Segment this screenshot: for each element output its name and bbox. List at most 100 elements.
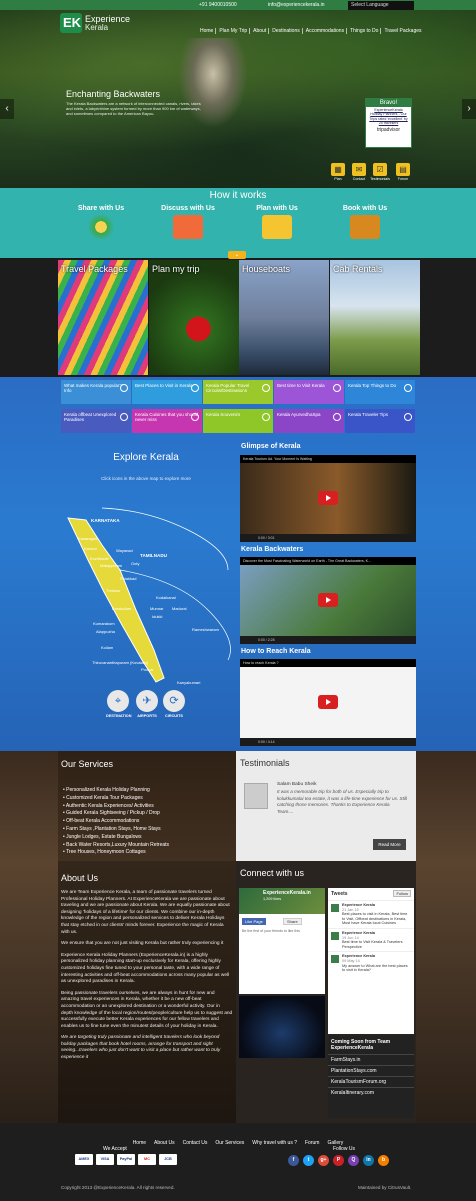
nav-about[interactable]: About: [251, 28, 270, 34]
tweet-text: Best places to visit in Kerala, Best tim…: [342, 912, 408, 926]
map-label[interactable]: Palakkad: [120, 576, 136, 581]
coming-soon-link[interactable]: KeralaItinerary.com: [328, 1087, 414, 1098]
step-discuss[interactable]: Discuss with Us: [148, 205, 228, 239]
map-label[interactable]: Kodaikanal: [156, 595, 176, 600]
twitter-follow-button[interactable]: Follow: [393, 890, 411, 897]
email-link[interactable]: info@experiencekerala.in: [268, 2, 325, 8]
footer-link-services[interactable]: Our Services: [215, 1140, 244, 1146]
tile-houseboats[interactable]: Houseboats: [239, 260, 329, 375]
share-button[interactable]: Share: [283, 918, 302, 925]
map-label[interactable]: Madurai: [172, 606, 186, 611]
map-label[interactable]: Thiruvananthapuram (Kovalam): [92, 660, 148, 665]
map-label[interactable]: Ernakulam: [112, 606, 131, 611]
tile-cab-rentals[interactable]: Cab Rentals: [330, 260, 420, 375]
tweet-item[interactable]: Experience Kerala 09 May 14 My answer to W…: [328, 951, 414, 974]
play-icon[interactable]: [318, 593, 338, 607]
destination-map-button[interactable]: ⌖ DESTINATION: [106, 690, 131, 718]
play-icon[interactable]: [318, 695, 338, 709]
info-menu-item[interactable]: What makes Kerala popular?Info: [61, 380, 131, 404]
google-plus-icon[interactable]: g+: [318, 1155, 329, 1166]
video-player-glimpse[interactable]: Kerala Tourism Ad. Your Moment Is Waitin…: [240, 455, 416, 542]
airports-map-button[interactable]: ✈ AIRPORTS: [135, 690, 159, 718]
info-menu-item[interactable]: Kerala Cuisines that you should never mi…: [132, 409, 202, 433]
language-select[interactable]: Select Language: [348, 1, 414, 10]
quick-testimonials[interactable]: ☑ Testimonials: [370, 163, 390, 187]
read-more-button[interactable]: Read More: [373, 839, 406, 850]
map-label[interactable]: Kumarakom: [93, 621, 115, 626]
map-label[interactable]: Alappuzha: [96, 629, 115, 634]
info-menu-item[interactable]: Best Places to Visit in Kerala: [132, 380, 202, 404]
coming-soon-link[interactable]: PlantationStays.com: [328, 1065, 414, 1076]
nav-plan-my-trip[interactable]: Plan My Trip: [217, 28, 251, 34]
nav-things-to-do[interactable]: Things to Do: [348, 28, 382, 34]
map-label[interactable]: Thrissur: [106, 588, 120, 593]
blogger-icon[interactable]: b: [378, 1155, 389, 1166]
info-menu-item[interactable]: Kerala Souvenirs: [203, 409, 273, 433]
map-label[interactable]: Wayanad: [116, 548, 133, 553]
video-player-backwaters[interactable]: Discover the Most Fascinating Waterworld…: [240, 557, 416, 644]
facebook-icon[interactable]: f: [288, 1155, 299, 1166]
bravo-text[interactable]: ExperienceKerala Holiday Planners - Our …: [366, 107, 411, 126]
step-book[interactable]: Book with Us: [325, 205, 405, 239]
footer-link-forum[interactable]: Forum: [305, 1140, 319, 1146]
facebook-page-name[interactable]: ExperienceKerala.in: [263, 890, 311, 896]
map-label[interactable]: Poovar: [141, 667, 154, 672]
footer-link-home[interactable]: Home: [133, 1140, 146, 1146]
footer-link-about[interactable]: About Us: [154, 1140, 175, 1146]
twitter-icon[interactable]: t: [303, 1155, 314, 1166]
footer-link-contact[interactable]: Contact Us: [183, 1140, 208, 1146]
step-share[interactable]: Share with Us: [61, 205, 141, 239]
map-label[interactable]: Rameshwaram: [192, 627, 219, 632]
map-label[interactable]: Kanyakumari: [177, 680, 200, 685]
map-label[interactable]: Kasaragod: [78, 536, 97, 541]
coming-soon-link[interactable]: KeralaTourismForum.org: [328, 1076, 414, 1087]
coming-soon-link[interactable]: FarmStays.in: [328, 1054, 414, 1065]
quora-icon[interactable]: Q: [348, 1155, 359, 1166]
map-label[interactable]: Kollam: [101, 645, 113, 650]
map-label[interactable]: KARNATAKA: [91, 518, 120, 523]
nav-home[interactable]: Home: [198, 28, 217, 34]
slider-next-icon[interactable]: ›: [462, 99, 476, 119]
info-menu-item[interactable]: Kerala AyurvedhaSpa: [274, 409, 344, 433]
tile-travel-packages[interactable]: Travel Packages: [58, 260, 148, 375]
tripadvisor-badge[interactable]: Bravo! ExperienceKerala Holiday Planners…: [365, 98, 412, 148]
step-plan[interactable]: Plan with Us: [237, 205, 317, 239]
chevron-down-icon[interactable]: ⌄: [228, 251, 246, 259]
quick-contact[interactable]: ✉ Contact: [349, 163, 369, 187]
tweet-item[interactable]: Experience Kerala 21 Jan 15 Best places to…: [328, 900, 414, 928]
service-item: Back Water Resorts,Luxury Mountain Retre…: [63, 842, 169, 850]
pinterest-icon[interactable]: P: [333, 1155, 344, 1166]
how-title: How it works: [209, 190, 267, 201]
site-logo[interactable]: EK Experience Kerala: [60, 13, 130, 33]
video-player-reach[interactable]: How to reach Kerala ? 0:00 / 4:14: [240, 659, 416, 746]
nav-accommodations[interactable]: Accommodations: [304, 28, 348, 34]
maintained-by[interactable]: Maintained by CitrusVault.: [358, 1185, 411, 1190]
circuits-map-button[interactable]: ⟳ CIRCUITS: [162, 690, 186, 718]
tile-plan-my-trip[interactable]: Plan my trip: [149, 260, 239, 375]
explore-kerala: Explore Kerala Click icons in the above …: [58, 440, 234, 750]
quick-forum[interactable]: ▤ Forum: [393, 163, 413, 187]
info-menu-item[interactable]: Kerala Popular Travel Circuits/Destinati…: [203, 380, 273, 404]
nav-destinations[interactable]: Destinations: [270, 28, 303, 34]
slider-prev-icon[interactable]: ‹: [0, 99, 14, 119]
map-label[interactable]: Ooty: [131, 561, 139, 566]
map-label[interactable]: Kannur: [84, 546, 97, 551]
map-label[interactable]: Munnar: [150, 606, 164, 611]
info-menu-item[interactable]: Kerala offbeat Unexplored Paradises: [61, 409, 131, 433]
location-pin-icon: ⌖: [107, 690, 129, 712]
linkedin-icon[interactable]: in: [363, 1155, 374, 1166]
info-menu-item[interactable]: Best time to Visit Kerala: [274, 380, 344, 404]
map-label[interactable]: TAMILNADU: [140, 553, 167, 558]
footer-link-why[interactable]: Why travel with us ?: [252, 1140, 297, 1146]
play-icon[interactable]: [318, 491, 338, 505]
like-page-button[interactable]: Like Page: [242, 918, 266, 925]
map-label[interactable]: Kozhikode: [90, 556, 109, 561]
info-menu-item[interactable]: Kerala Traveler Tips: [345, 409, 415, 433]
facebook-friends-text: Be the first of your friends to like thi…: [242, 929, 300, 933]
map-label[interactable]: Idukki: [152, 614, 162, 619]
quick-plan[interactable]: ▦ Plan: [328, 163, 348, 187]
nav-travel-packages[interactable]: Travel Packages: [382, 28, 423, 34]
map-label[interactable]: Malappuram: [100, 563, 122, 568]
tweet-item[interactable]: Experience Kerala 19 Jun 14 Best time to V…: [328, 927, 414, 951]
info-menu-item[interactable]: Kerala Top Things to Do: [345, 380, 415, 404]
